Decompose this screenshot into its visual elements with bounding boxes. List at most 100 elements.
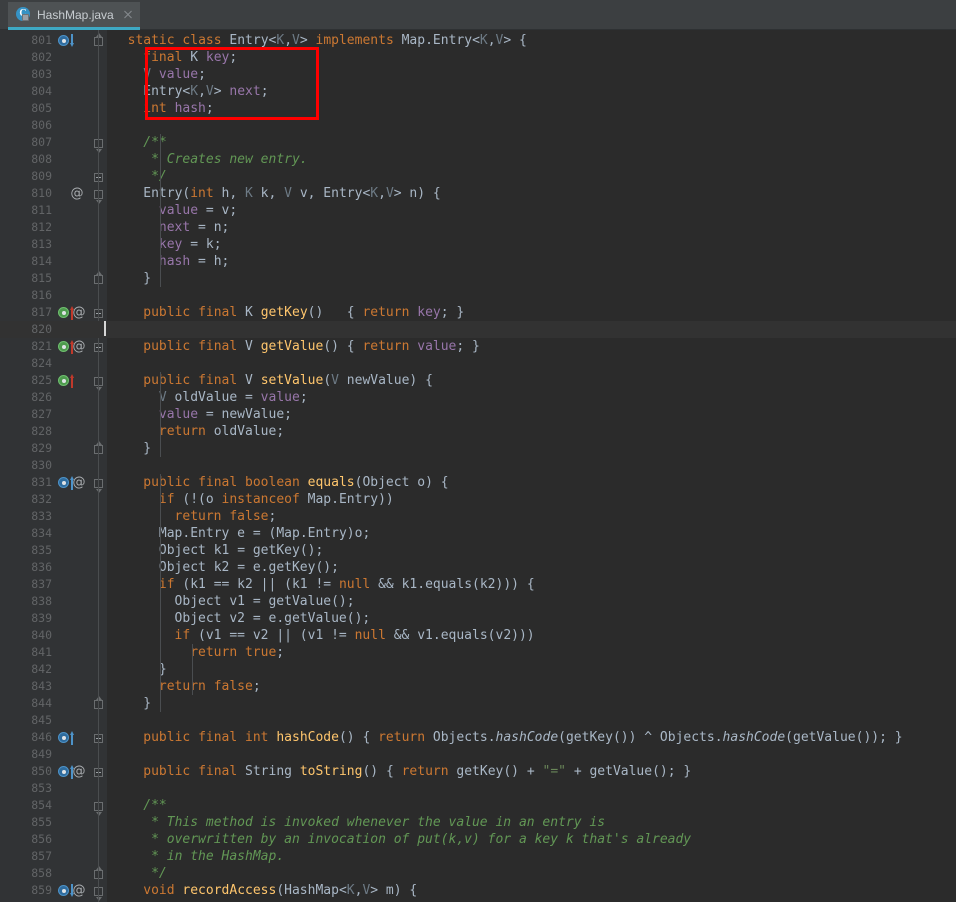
- code-line[interactable]: 832 if (!(o instanceof Map.Entry)): [0, 491, 956, 508]
- code-line[interactable]: 830: [0, 457, 956, 474]
- code-line[interactable]: 814 hash = h;: [0, 253, 956, 270]
- code-line[interactable]: 808 * Creates new entry.: [0, 151, 956, 168]
- line-number: 845: [31, 713, 52, 727]
- code-line[interactable]: 829}: [0, 440, 956, 457]
- code-line[interactable]: 856 * overwritten by an invocation of pu…: [0, 831, 956, 848]
- code-text: * Creates new entry.: [143, 152, 308, 167]
- code-line[interactable]: 837 if (k1 == k2 || (k1 != null && k1.equ…: [0, 576, 956, 593]
- line-number: 836: [31, 560, 52, 574]
- code-line[interactable]: 809 */: [0, 168, 956, 185]
- code-line[interactable]: 816: [0, 287, 956, 304]
- line-number: 829: [31, 441, 52, 455]
- code-line[interactable]: 824: [0, 355, 956, 372]
- code-line[interactable]: 811 value = v;: [0, 202, 956, 219]
- code-text: */: [143, 169, 167, 184]
- code-text: public final V getValue() { return value…: [143, 339, 480, 354]
- code-line[interactable]: 849: [0, 746, 956, 763]
- line-number: 838: [31, 594, 52, 608]
- code-line[interactable]: 839 Object v2 = e.getValue();: [0, 610, 956, 627]
- code-line[interactable]: 803 V value;: [0, 66, 956, 83]
- code-text: return false;: [158, 679, 261, 694]
- code-text: public final int hashCode() { return Obj…: [143, 730, 903, 745]
- line-number: 835: [31, 543, 52, 557]
- line-number: 809: [31, 169, 52, 183]
- code-line[interactable]: 841 return true;: [0, 644, 956, 661]
- code-line[interactable]: 850 public final String toString() { retu…: [0, 763, 956, 780]
- code-line[interactable]: 843 return false;: [0, 678, 956, 695]
- indent-guide: [160, 134, 161, 287]
- code-line[interactable]: 857 * in the HashMap.: [0, 848, 956, 865]
- tab-hashmap-java[interactable]: C HashMap.java: [8, 2, 140, 30]
- indent-guide: [160, 372, 161, 457]
- code-text: if (!(o instanceof Map.Entry)): [158, 492, 394, 507]
- line-number: 805: [31, 101, 52, 115]
- line-number: 831: [31, 475, 52, 489]
- code-line[interactable]: 854 /**: [0, 797, 956, 814]
- line-number: 832: [31, 492, 52, 506]
- line-number: 854: [31, 798, 52, 812]
- code-line[interactable]: 828 return oldValue;: [0, 423, 956, 440]
- line-number: 827: [31, 407, 52, 421]
- code-line[interactable]: 855 * This method is invoked whenever th…: [0, 814, 956, 831]
- close-icon[interactable]: [122, 9, 134, 21]
- code-text: Object k1 = getKey();: [158, 543, 324, 558]
- code-line[interactable]: 820: [0, 321, 956, 338]
- code-line[interactable]: 835 Object k1 = getKey();: [0, 542, 956, 559]
- code-line[interactable]: 842}: [0, 661, 956, 678]
- line-number: 856: [31, 832, 52, 846]
- code-text: /**: [143, 135, 167, 150]
- code-line[interactable]: 825 public final V setValue(V newValue) {: [0, 372, 956, 389]
- code-text: Object k2 = e.getKey();: [158, 560, 339, 575]
- code-line[interactable]: 853: [0, 780, 956, 797]
- indent-guide: [192, 644, 193, 695]
- code-line[interactable]: 815}: [0, 270, 956, 287]
- line-number: 825: [31, 373, 52, 387]
- line-number: 817: [31, 305, 52, 319]
- code-line[interactable]: 807 /**: [0, 134, 956, 151]
- code-line[interactable]: 813 key = k;: [0, 236, 956, 253]
- line-number: 858: [31, 866, 52, 880]
- code-line[interactable]: 806: [0, 117, 956, 134]
- code-line[interactable]: 838 Object v1 = getValue();: [0, 593, 956, 610]
- code-line[interactable]: 802 final K key;: [0, 49, 956, 66]
- line-number: 810: [31, 186, 52, 200]
- code-line[interactable]: 801 static class Entry<K,V> implements Ma…: [0, 32, 956, 49]
- code-line[interactable]: 826 V oldValue = value;: [0, 389, 956, 406]
- code-line[interactable]: 844}: [0, 695, 956, 712]
- code-line[interactable]: 845: [0, 712, 956, 729]
- code-editor[interactable]: @ @ @ @ @ @ 801 static class Entry<K,V> implem…: [0, 30, 956, 902]
- line-number: 855: [31, 815, 52, 829]
- code-line[interactable]: 817 public final K getKey() { return key;…: [0, 304, 956, 321]
- line-number: 815: [31, 271, 52, 285]
- line-number: 857: [31, 849, 52, 863]
- line-number: 806: [31, 118, 52, 132]
- code-line[interactable]: 831 public final boolean equals(Object o)…: [0, 474, 956, 491]
- code-line[interactable]: 821 public final V getValue() { return va…: [0, 338, 956, 355]
- line-number: 814: [31, 254, 52, 268]
- code-line[interactable]: 812 next = n;: [0, 219, 956, 236]
- lock-overlay-icon: [22, 14, 29, 21]
- line-number: 843: [31, 679, 52, 693]
- code-text: }: [143, 696, 152, 711]
- code-text: }: [143, 271, 152, 286]
- code-line[interactable]: 846 public final int hashCode() { return …: [0, 729, 956, 746]
- java-class-icon: C: [16, 7, 31, 22]
- line-number: 812: [31, 220, 52, 234]
- code-line[interactable]: 805 int hash;: [0, 100, 956, 117]
- code-line[interactable]: 804 Entry<K,V> next;: [0, 83, 956, 100]
- line-number: 811: [31, 203, 52, 217]
- code-line[interactable]: 858 */: [0, 865, 956, 882]
- code-text: final K key;: [143, 50, 238, 65]
- code-line[interactable]: 834 Map.Entry e = (Map.Entry)o;: [0, 525, 956, 542]
- code-line[interactable]: 827 value = newValue;: [0, 406, 956, 423]
- line-number: 802: [31, 50, 52, 64]
- code-line[interactable]: 836 Object k2 = e.getKey();: [0, 559, 956, 576]
- code-line[interactable]: 859 void recordAccess(HashMap<K,V> m) {: [0, 882, 956, 899]
- code-text: hash = h;: [158, 254, 230, 269]
- code-text: return false;: [174, 509, 277, 524]
- line-number: 846: [31, 730, 52, 744]
- line-number: 804: [31, 84, 52, 98]
- code-line[interactable]: 840 if (v1 == v2 || (v1 != null && v1.equ…: [0, 627, 956, 644]
- code-line[interactable]: 833 return false;: [0, 508, 956, 525]
- code-line[interactable]: 810 Entry(int h, K k, V v, Entry<K,V> n) …: [0, 185, 956, 202]
